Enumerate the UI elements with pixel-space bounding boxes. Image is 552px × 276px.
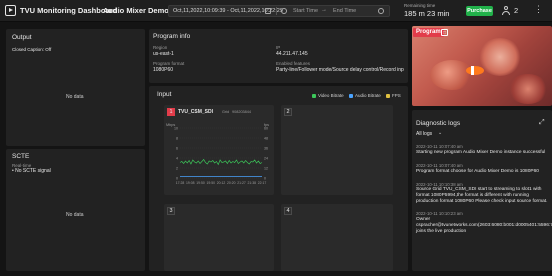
log-time: 2022-10-11 10:07:40 am — [416, 144, 463, 149]
region-label: Region — [153, 45, 168, 50]
x-tick-label: 19:50 — [196, 181, 205, 185]
log-time: 2022-10-11 10:10:23 am — [416, 211, 463, 216]
legend-video-bitrate: Video Bitrate — [318, 93, 344, 98]
expand-icon[interactable]: ⤢ — [539, 119, 545, 127]
diagnostic-logs-panel: Diagnostic logs ⤢ All logs ⌄ 2022-10-11 … — [412, 110, 552, 271]
log-message: Program format choose for Audio Mixer De… — [416, 169, 539, 174]
ip-value: 44.211.47.145 — [276, 51, 308, 57]
program-format-label: Program format — [153, 61, 185, 66]
tile-number: 3 — [167, 207, 175, 215]
y-tick-label: 0 — [176, 176, 178, 180]
y-right-tick-label: 48 — [264, 136, 268, 140]
calendar-icon[interactable] — [265, 8, 271, 14]
divider — [276, 7, 277, 15]
diagnostic-logs-title: Diagnostic logs — [416, 120, 461, 127]
enabled-features-label: Enabled features — [276, 61, 311, 66]
arrow-right-icon: → — [321, 7, 327, 13]
scte-panel: SCTE Real-time • No SCTE signal No data — [6, 149, 145, 271]
fps-legend-icon — [386, 94, 390, 98]
video-bitrate-legend-icon — [312, 94, 316, 98]
input-tile-4[interactable]: 4 — [281, 204, 393, 271]
scte-no-data: No data — [66, 212, 84, 218]
input-panel: Input Video Bitrate Audio Bitrate FPS 1 … — [149, 86, 408, 271]
y-right-tick-label: 60 — [264, 126, 268, 130]
enabled-features-value: Party-line/Follower mode/Source delay co… — [276, 67, 404, 73]
program-info-title: Program info — [153, 33, 191, 40]
end-time-input[interactable]: End Time — [333, 8, 356, 14]
x-tick-label: 19:50 — [207, 181, 216, 185]
output-no-data: No data — [66, 94, 84, 100]
program-format-value: 1080P60 — [153, 67, 174, 73]
input-tile-3[interactable]: 3 — [164, 204, 274, 271]
scte-signal-status: • No SCTE signal — [12, 168, 51, 174]
tile-number: 1 — [167, 108, 175, 116]
log-filter-select[interactable]: All logs ⌄ — [416, 130, 446, 139]
remaining-time-label: Remaining time — [404, 3, 436, 8]
legend-audio-bitrate: Audio Bitrate — [355, 93, 381, 98]
x-tick-label: 19:08 — [186, 181, 195, 185]
scte-title: SCTE — [12, 153, 30, 160]
input-tile-1[interactable]: 1 TVU_CSM_SDI Grid 908203844 Mbps fps 10 60… — [164, 105, 274, 195]
top-bar: TVU Monitoring Dashboard Audio Mixer Dem… — [0, 0, 552, 22]
source-id: 908203844 — [232, 110, 252, 114]
y-right-tick-label: 24 — [264, 156, 268, 160]
y-tick-label: 8 — [176, 136, 178, 140]
user-count: 2 — [514, 6, 519, 15]
y-right-tick-label: 0 — [264, 176, 266, 180]
date-range-picker[interactable]: Oct,11,2022,10:09:39 - Oct,11,2022,10:22… — [168, 5, 390, 17]
y-tick-label: 6 — [176, 146, 178, 150]
purchase-button[interactable]: Purchase — [466, 6, 493, 16]
start-time-input[interactable]: Start Time — [293, 8, 318, 14]
closed-caption-status: Closed Caption: Off — [12, 47, 52, 52]
clock-icon — [281, 8, 287, 14]
region-value: us-east-1 — [153, 51, 174, 57]
x-tick-label: 22:17 — [258, 181, 267, 185]
y-tick-label: 10 — [174, 126, 178, 130]
demo-title: Audio Mixer Demo — [103, 6, 169, 15]
video-bitrate-line — [179, 158, 263, 166]
tile-number: 4 — [284, 207, 292, 215]
output-panel: Output Closed Caption: Off No data — [6, 29, 145, 146]
bitrate-chart: Mbps fps10 608 486 364 242 120 017:28 19:08 19:50… — [166, 123, 269, 185]
log-time: 2022-10-11 10:07:40 am — [416, 163, 463, 168]
y-tick-label: 2 — [176, 166, 178, 170]
y-right-tick-label: 12 — [264, 166, 268, 170]
clock-icon — [378, 8, 384, 14]
log-message: Owner cspracher@tvunetworks.com(2603:608… — [416, 217, 552, 234]
program-preview-image[interactable] — [412, 26, 552, 106]
x-tick-label: 20:12 — [217, 181, 226, 185]
input-tile-2[interactable]: 2 — [281, 105, 393, 195]
audio-bitrate-legend-icon — [349, 94, 353, 98]
ip-label: IP — [276, 45, 281, 50]
log-filter-value: All logs — [416, 131, 433, 137]
x-tick-label: 20:20 — [227, 181, 236, 185]
legend-fps: FPS — [392, 93, 401, 98]
y-tick-label: 4 — [176, 156, 178, 160]
log-message: Source Grid TVU_CSM_SDI start to streami… — [416, 187, 548, 204]
grid-label: Grid — [222, 110, 230, 114]
program-info-panel: Program info Region us-east-1 IP 44.211.… — [149, 29, 408, 83]
program-badge: Program — [413, 28, 444, 37]
more-menu-icon[interactable]: ⋮ — [534, 5, 543, 14]
users-icon[interactable] — [502, 6, 512, 16]
fullscreen-icon[interactable]: □ — [441, 29, 448, 36]
x-tick-label: 21:27 — [237, 181, 246, 185]
tile-number: 2 — [284, 108, 292, 116]
log-message: Starting new program Audio Mixer Demo in… — [416, 150, 546, 155]
output-title: Output — [12, 34, 32, 41]
y-right-tick-label: 36 — [264, 146, 268, 150]
x-tick-label: 21:38 — [248, 181, 257, 185]
x-tick-label: 17:28 — [176, 181, 185, 185]
remaining-time-value: 185 m 23 min — [404, 9, 450, 18]
source-name: TVU_CSM_SDI — [178, 109, 214, 115]
tvu-logo-icon — [5, 5, 16, 16]
chevron-down-icon: ⌄ — [438, 130, 443, 136]
input-title: Input — [157, 91, 172, 98]
